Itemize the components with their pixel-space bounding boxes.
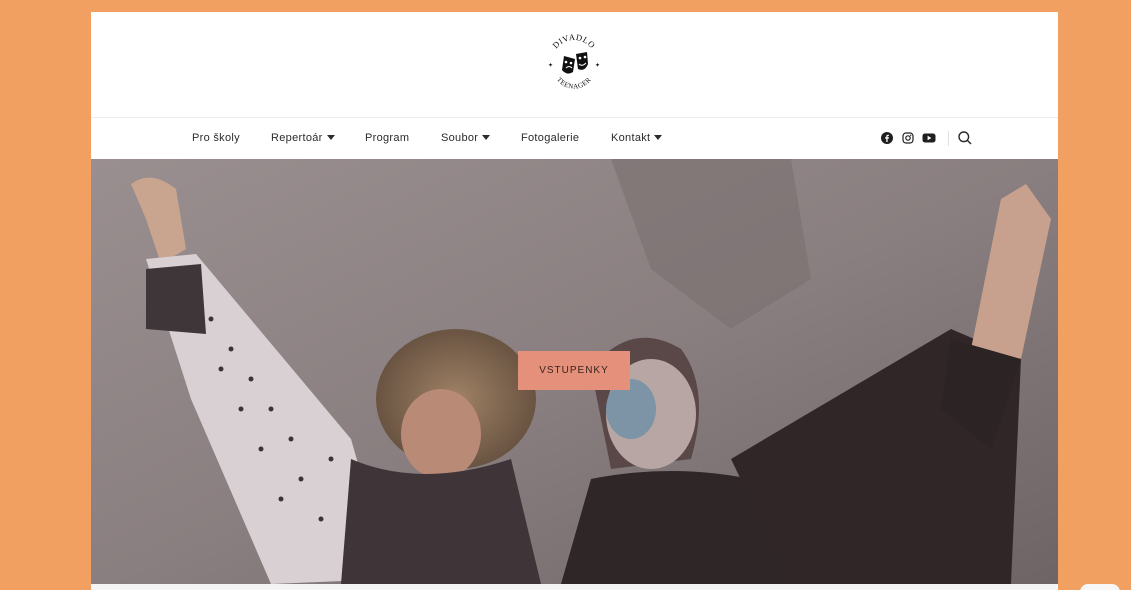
svg-text:TEENAGER: TEENAGER bbox=[555, 76, 593, 91]
nav-label: Pro školy bbox=[192, 132, 240, 144]
svg-text:✦: ✦ bbox=[595, 62, 600, 69]
youtube-icon[interactable] bbox=[922, 132, 936, 144]
logo[interactable]: DIVADLO TEENAGER ✦ ✦ bbox=[542, 34, 606, 96]
nav-label: Repertoár bbox=[271, 132, 323, 144]
content-strip bbox=[91, 584, 1058, 590]
nav-item-kontakt[interactable]: Kontakt bbox=[611, 118, 663, 159]
tickets-button[interactable]: VSTUPENKY bbox=[518, 351, 630, 390]
instagram-icon[interactable] bbox=[902, 132, 914, 144]
caret-down-icon bbox=[326, 135, 335, 140]
nav-item-pro-skoly[interactable]: Pro školy bbox=[192, 118, 240, 159]
caret-down-icon bbox=[482, 135, 491, 140]
nav-item-soubor[interactable]: Soubor bbox=[441, 118, 491, 159]
nav-divider bbox=[948, 131, 949, 146]
nav-item-fotogalerie[interactable]: Fotogalerie bbox=[521, 118, 579, 159]
svg-text:DIVADLO: DIVADLO bbox=[550, 34, 597, 50]
search-icon[interactable] bbox=[957, 130, 973, 146]
website-frame: DIVADLO TEENAGER ✦ ✦ Pro školy Repertoár… bbox=[91, 12, 1058, 590]
hero-banner: VSTUPENKY bbox=[91, 159, 1058, 584]
nav-label: Fotogalerie bbox=[521, 132, 580, 144]
nav-item-program[interactable]: Program bbox=[365, 118, 409, 159]
nav-label: Kontakt bbox=[611, 132, 651, 144]
nav-label: Program bbox=[365, 132, 410, 144]
svg-text:✦: ✦ bbox=[548, 62, 553, 69]
caret-down-icon bbox=[654, 135, 663, 140]
nav-item-repertoar[interactable]: Repertoár bbox=[271, 118, 335, 159]
facebook-icon[interactable] bbox=[881, 132, 893, 144]
page: DIVADLO TEENAGER ✦ ✦ Pro školy Repertoár… bbox=[0, 0, 1131, 590]
corner-tab bbox=[1080, 584, 1120, 590]
nav-label: Soubor bbox=[441, 132, 479, 144]
header: DIVADLO TEENAGER ✦ ✦ bbox=[91, 12, 1058, 118]
main-navigation: Pro školy Repertoár Program Soubor Fotog… bbox=[91, 118, 1058, 159]
